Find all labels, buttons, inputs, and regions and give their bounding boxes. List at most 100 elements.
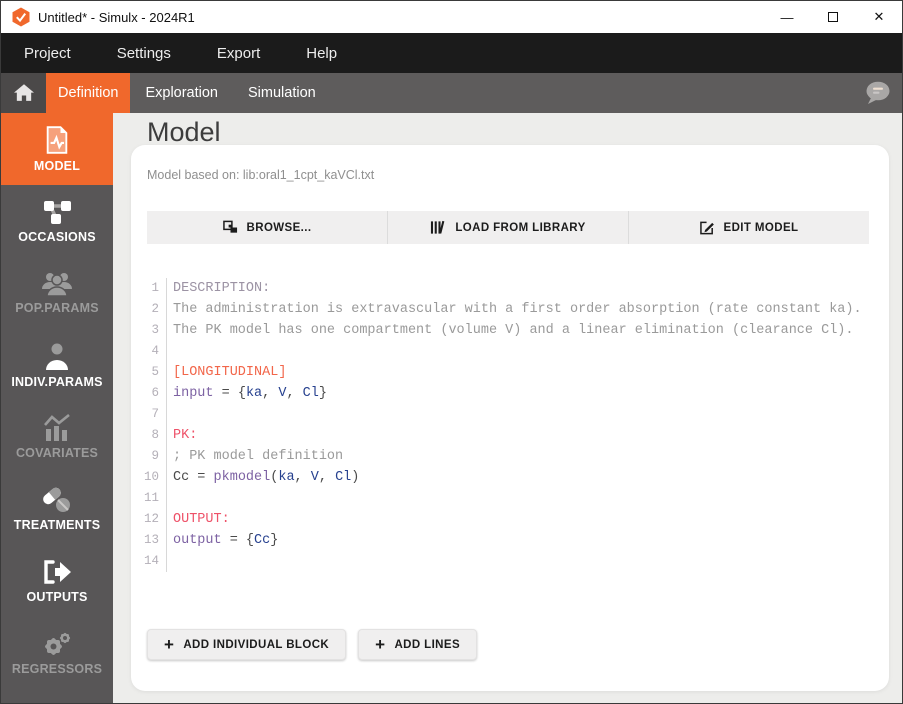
sidebar-item-label: INDIV.PARAMS xyxy=(11,374,103,389)
treatments-pills-icon xyxy=(43,487,70,512)
library-books-icon xyxy=(431,220,445,234)
line-number: 9 xyxy=(141,446,167,467)
code-text: DESCRIPTION: xyxy=(173,281,271,296)
line-number: 3 xyxy=(141,320,167,341)
model-file-icon xyxy=(46,125,68,154)
population-people-icon xyxy=(42,273,72,296)
model-card: Model based on: lib:oral1_1cpt_kaVCl.txt… xyxy=(131,145,889,691)
minimize-button[interactable]: — xyxy=(764,1,810,33)
line-number: 7 xyxy=(141,404,167,425)
browse-button-label: BROWSE... xyxy=(246,221,312,234)
tabbar: Definition Exploration Simulation xyxy=(1,73,902,113)
load-from-library-button[interactable]: LOAD FROM LIBRARY xyxy=(387,211,628,244)
code-text: OUTPUT: xyxy=(173,512,230,527)
titlebar: Untitled* - Simulx - 2024R1 — ✕ xyxy=(1,1,902,33)
line-number: 6 xyxy=(141,383,167,404)
edit-model-button-label: EDIT MODEL xyxy=(723,221,799,234)
sidebar-item-outputs[interactable]: OUTPUTS xyxy=(1,545,113,617)
simulx-logo-icon xyxy=(12,7,30,27)
menu-settings[interactable]: Settings xyxy=(117,45,171,62)
home-icon xyxy=(13,84,34,101)
tab-simulation-label: Simulation xyxy=(248,85,316,101)
add-individual-block-label: ADD INDIVIDUAL BLOCK xyxy=(183,638,330,651)
code-line: 7 xyxy=(141,404,877,425)
sidebar-item-pop-params: POP.PARAMS xyxy=(1,257,113,329)
code-text: The administration is extravascular with… xyxy=(173,302,862,317)
close-button[interactable]: ✕ xyxy=(856,1,902,33)
model-based-on-text: Model based on: lib:oral1_1cpt_kaVCl.txt xyxy=(147,168,375,182)
code-editor[interactable]: 1 DESCRIPTION: 2 The administration is extr… xyxy=(141,278,877,572)
menu-project[interactable]: Project xyxy=(24,45,71,62)
add-lines-button[interactable]: + ADD LINES xyxy=(358,629,478,660)
code-line: 2 The administration is extravascular wit… xyxy=(141,299,877,320)
home-button[interactable] xyxy=(1,73,46,113)
sidebar-item-label: REGRESSORS xyxy=(11,661,103,676)
menu-export[interactable]: Export xyxy=(217,45,260,62)
minimize-icon: — xyxy=(780,9,794,25)
code-line: 10 Cc = pkmodel(ka, V, Cl) xyxy=(141,467,877,488)
code-text: Cc = pkmodel(ka, V, Cl) xyxy=(173,470,360,485)
sidebar-item-regressors: REGRESSORS xyxy=(1,617,113,689)
tab-definition-label: Definition xyxy=(58,85,119,101)
browse-button[interactable]: BROWSE... xyxy=(147,211,387,244)
sidebar-item-label: POP.PARAMS xyxy=(15,301,99,315)
sidebar-item-treatments[interactable]: TREATMENTS xyxy=(1,473,113,545)
tab-exploration-label: Exploration xyxy=(145,85,218,101)
menu-help[interactable]: Help xyxy=(306,45,337,62)
tab-simulation[interactable]: Simulation xyxy=(233,73,331,113)
line-number: 11 xyxy=(141,488,167,509)
model-toolbar: BROWSE... LOAD FROM LIBRARY EDIT MODEL xyxy=(147,211,869,244)
line-number: 12 xyxy=(141,509,167,530)
code-text: ; PK model definition xyxy=(173,449,344,464)
line-number: 5 xyxy=(141,362,167,383)
code-line: 14 xyxy=(141,551,877,572)
code-text: output = {Cc} xyxy=(173,533,279,548)
code-line: 1 DESCRIPTION: xyxy=(141,278,877,299)
line-number: 8 xyxy=(141,425,167,446)
browse-folder-icon xyxy=(222,220,237,233)
code-text: [LONGITUDINAL] xyxy=(173,365,287,380)
code-line: 3 The PK model has one compartment (volum… xyxy=(141,320,877,341)
tab-definition[interactable]: Definition xyxy=(46,73,131,113)
maximize-icon xyxy=(828,12,838,22)
load-from-library-button-label: LOAD FROM LIBRARY xyxy=(455,221,586,234)
sidebar-item-label: OUTPUTS xyxy=(26,589,88,604)
sidebar-item-occasions[interactable]: OCCASIONS xyxy=(1,185,113,257)
covariates-chart-icon xyxy=(44,414,70,441)
individual-person-icon xyxy=(46,343,68,370)
page-title: Model xyxy=(147,117,221,147)
code-text: input = {ka, V, Cl} xyxy=(173,386,327,401)
line-number: 14 xyxy=(141,551,167,572)
add-lines-label: ADD LINES xyxy=(394,638,461,651)
sidebar-item-model[interactable]: MODEL xyxy=(1,113,113,185)
sidebar-item-label: MODEL xyxy=(33,158,81,173)
line-number: 2 xyxy=(141,299,167,320)
code-line: 9 ; PK model definition xyxy=(141,446,877,467)
maximize-button[interactable] xyxy=(810,1,856,33)
add-individual-block-button[interactable]: + ADD INDIVIDUAL BLOCK xyxy=(147,629,347,660)
code-text: The PK model has one compartment (volume… xyxy=(173,323,854,338)
feedback-button[interactable] xyxy=(864,81,891,105)
line-number: 4 xyxy=(141,341,167,362)
edit-pencil-icon xyxy=(699,221,714,235)
line-number: 1 xyxy=(141,278,167,299)
code-line: 6 input = {ka, V, Cl} xyxy=(141,383,877,404)
sidebar-item-covariates: COVARIATES xyxy=(1,401,113,473)
line-number: 10 xyxy=(141,467,167,488)
sidebar-item-indiv-params[interactable]: INDIV.PARAMS xyxy=(1,329,113,401)
window-title: Untitled* - Simulx - 2024R1 xyxy=(38,9,195,25)
plus-icon: + xyxy=(375,635,386,654)
menubar: Project Settings Export Help xyxy=(1,33,902,73)
tab-exploration[interactable]: Exploration xyxy=(130,73,233,113)
sidebar-item-label: OCCASIONS xyxy=(18,230,96,244)
chat-bubble-icon xyxy=(866,81,890,104)
edit-model-button[interactable]: EDIT MODEL xyxy=(628,211,869,244)
window-controls: — ✕ xyxy=(764,1,902,33)
occasions-nodes-icon xyxy=(44,201,71,224)
code-text: PK: xyxy=(173,428,198,443)
sidebar-item-label: COVARIATES xyxy=(15,446,99,460)
outputs-export-icon xyxy=(44,559,71,584)
